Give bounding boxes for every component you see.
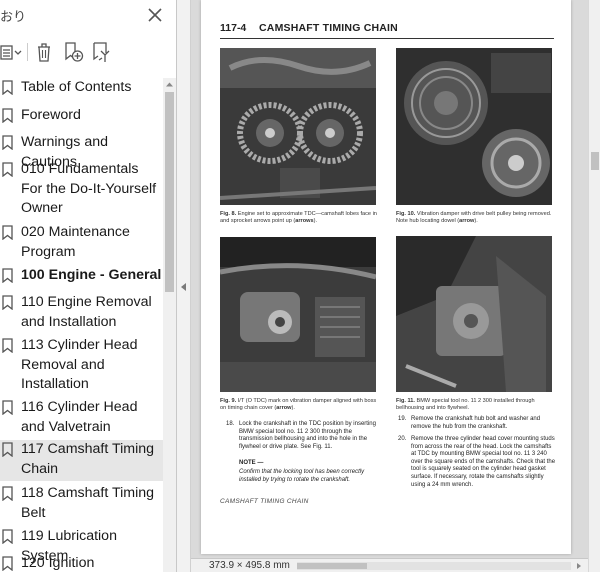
bookmark-icon: [2, 108, 13, 123]
bookmark-label: 113 Cylinder Head Removal and Installati…: [21, 337, 138, 392]
scroll-up-arrow-icon[interactable]: [165, 80, 174, 89]
pdf-page: 117-4 CAMSHAFT TIMING CHAIN Fig. 8. Engi…: [201, 0, 571, 554]
bookmark-label: 110 Engine Removal and Installation: [21, 294, 152, 330]
figure-9-caption: Fig. 9. I/T (O TDC) mark on vibration da…: [220, 398, 377, 411]
bookmark-label: 010 Fundamentals For the Do-It-Yourself …: [21, 161, 157, 216]
bookmarks-panel: おり Table of Contents Foreword Warnings a…: [0, 0, 177, 572]
figure-10-caption: Fig. 10. Vibration damper with drive bel…: [396, 211, 552, 224]
bookmark-label: 118 Camshaft Timing Belt: [21, 485, 154, 521]
close-icon[interactable]: [146, 6, 164, 24]
bookmark-118-camshaft-timing-belt[interactable]: 118 Camshaft Timing Belt: [0, 484, 163, 524]
bookmark-icon: [2, 400, 13, 415]
page-footer: CAMSHAFT TIMING CHAIN: [220, 498, 309, 505]
bookmark-label: 100 Engine - General: [21, 267, 162, 283]
page-heading: CAMSHAFT TIMING CHAIN: [259, 22, 398, 34]
document-scrollbar[interactable]: [588, 0, 600, 572]
bookmark-icon: [2, 529, 13, 544]
page-size-readout: 373.9 × 495.8 mm: [209, 560, 290, 571]
toolbar-divider: [27, 43, 28, 61]
bookmark-020-maintenance-program[interactable]: 020 Maintenance Program: [0, 223, 163, 263]
add-bookmark-icon[interactable]: [62, 41, 84, 63]
figure-11-caption: Fig. 11. BMW special tool no. 11 2 300 i…: [396, 398, 535, 411]
panel-title: おり: [0, 10, 27, 25]
page-number: 117-4: [220, 22, 247, 34]
bookmark-properties-icon[interactable]: [90, 41, 112, 63]
bookmark-icon: [2, 442, 13, 457]
bookmark-icon: [2, 135, 13, 150]
bookmark-116-cylinder-head-valvetrain[interactable]: 116 Cylinder Head and Valvetrain: [0, 398, 163, 438]
bookmarks-scrollbar[interactable]: [163, 78, 176, 572]
heading-rule: [220, 38, 554, 39]
step-20: 20. Remove the three cylinder head cover…: [398, 436, 556, 488]
figure-11-photo: [396, 236, 552, 392]
bookmark-113-cylinder-head-removal[interactable]: 113 Cylinder Head Removal and Installati…: [0, 336, 163, 396]
bookmark-010-fundamentals[interactable]: 010 Fundamentals For the Do-It-Yourself …: [0, 160, 163, 220]
status-bar: 373.9 × 495.8 mm: [191, 558, 588, 572]
bookmark-icon: [2, 556, 13, 571]
bookmark-icon: [2, 268, 13, 283]
bookmark-icon: [2, 80, 13, 95]
bookmark-label: 117 Camshaft Timing Chain: [21, 441, 154, 477]
bookmark-120-ignition[interactable]: 120 Ignition: [0, 554, 163, 572]
bookmark-icon: [2, 486, 13, 501]
step-19: 19. Remove the crankshaft hub bolt and w…: [398, 416, 541, 430]
note-text: Confirm that the locking tool has been c…: [239, 469, 365, 483]
panel-splitter[interactable]: [177, 0, 191, 572]
bookmark-foreword[interactable]: Foreword: [0, 106, 163, 130]
scroll-right-arrow-icon[interactable]: [575, 562, 583, 570]
bookmark-label: 020 Maintenance Program: [21, 224, 130, 260]
figure-8-photo: [220, 48, 376, 205]
bookmark-110-engine-removal[interactable]: 110 Engine Removal and Installation: [0, 293, 163, 333]
delete-bookmark-icon[interactable]: [34, 41, 54, 63]
collapse-arrow-icon[interactable]: [180, 282, 187, 292]
figure-8-caption: Fig. 8. Engine set to approximate TDC—ca…: [220, 211, 377, 224]
bookmark-label: 116 Cylinder Head and Valvetrain: [21, 399, 138, 435]
options-menu-icon[interactable]: [0, 41, 24, 63]
document-scrollbar-thumb[interactable]: [591, 152, 599, 170]
note-heading: NOTE —: [239, 460, 264, 466]
bookmark-icon: [2, 162, 13, 177]
bookmark-table-of-contents[interactable]: Table of Contents: [0, 78, 163, 102]
bookmark-warnings-and-cautions[interactable]: Warnings and Cautions: [0, 133, 163, 170]
bookmark-117-camshaft-timing-chain[interactable]: 117 Camshaft Timing Chain: [0, 440, 163, 481]
document-viewer[interactable]: 117-4 CAMSHAFT TIMING CHAIN Fig. 8. Engi…: [191, 0, 588, 572]
bookmark-119-lubrication-system[interactable]: 119 Lubrication System: [0, 527, 163, 564]
bookmark-label: 120 Ignition: [21, 555, 95, 571]
bookmark-100-engine-general[interactable]: 100 Engine - General: [0, 266, 163, 290]
bookmark-icon: [2, 225, 13, 240]
bookmark-label: Table of Contents: [21, 79, 132, 95]
horizontal-scrollbar[interactable]: [297, 562, 571, 570]
bookmark-icon: [2, 295, 13, 310]
step-18: 18. Lock the crankshaft in the TDC posit…: [226, 421, 376, 450]
bookmarks-scrollbar-thumb[interactable]: [165, 92, 174, 292]
figure-9-photo: [220, 237, 376, 392]
bookmark-icon: [2, 338, 13, 353]
panel-header: おり: [0, 0, 176, 32]
bookmarks-toolbar: [0, 36, 176, 68]
figure-10-photo: [396, 48, 552, 205]
horizontal-scrollbar-thumb[interactable]: [297, 563, 367, 569]
bookmark-label: Foreword: [21, 107, 81, 123]
